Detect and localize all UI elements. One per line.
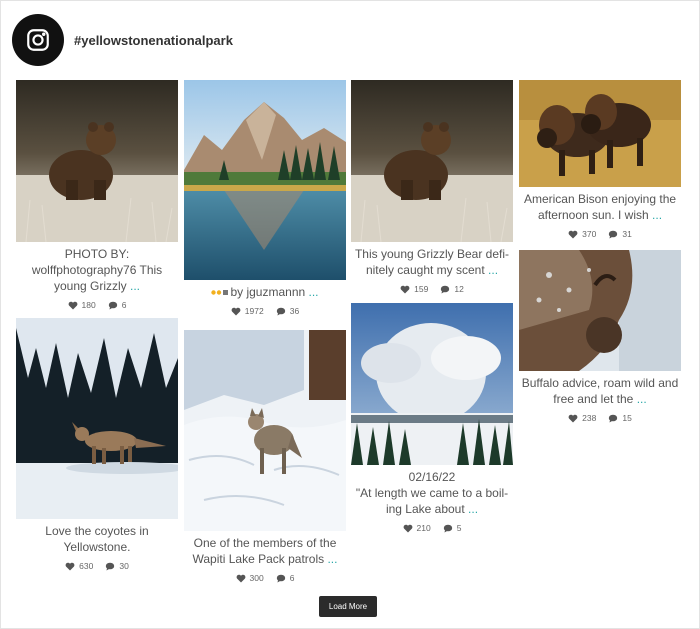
post-stats: 300 6 [184,573,346,583]
sun-emoji-icon [211,290,222,296]
post-caption: This young Grizzly Bear defi­nitely caug… [354,247,510,277]
post-stats: 370 31 [519,229,681,239]
coyote-photo[interactable] [16,318,178,519]
heart-icon [65,562,75,570]
comments-count: 12 [454,284,464,294]
instagram-icon[interactable] [12,14,64,66]
post-caption: One of the members of the Wapiti Lake Pa… [192,536,337,566]
read-more-link[interactable]: ... [637,392,647,406]
comment-icon [276,574,285,582]
geyser-steam-photo[interactable] [351,303,513,465]
heart-icon [568,230,578,238]
post-stats: 630 30 [16,561,178,571]
heart-icon [400,285,410,293]
post-caption: Buffalo advice, roam wild and free and l… [521,376,679,406]
feed-post[interactable]: 02/16/22 "At length we came to a boil­ing… [351,303,513,533]
post-stats: 210 5 [351,523,513,533]
comments-count: 15 [622,413,632,423]
comments-count: 31 [622,229,632,239]
comment-icon [609,230,618,238]
feed-post[interactable]: by jguzmannn ... 1972 36 [184,80,346,316]
feed-post[interactable]: PHOTO BY: wolffphotography76 This young … [16,80,178,310]
likes-count: 630 [79,561,94,571]
frosty-bison-photo[interactable] [519,250,681,371]
post-caption: "At length we came to a boil­ing Lake ab… [355,486,509,516]
grizzly-bear-photo[interactable] [351,80,513,242]
feed-post[interactable]: Love the coyotes in Yellowstone. 630 30 [16,318,178,571]
likes-count: 210 [416,523,431,533]
camera-emoji-icon [223,290,229,296]
likes-count: 180 [81,300,96,310]
wolf-photo[interactable] [184,330,346,531]
likes-count: 1972 [244,306,264,316]
comments-count: 30 [119,561,129,571]
read-more-link[interactable]: ... [468,502,478,516]
comments-count: 6 [121,300,127,310]
comment-icon [106,562,115,570]
load-more-button[interactable]: Load More [319,596,377,617]
likes-count: 238 [582,413,597,423]
heart-icon [568,414,578,422]
heart-icon [231,307,241,315]
post-caption: Love the coyotes in Yellowstone. [45,524,149,554]
read-more-link[interactable]: ... [130,279,140,293]
likes-count: 370 [582,229,597,239]
feed-post[interactable]: Buffalo advice, roam wild and free and l… [519,250,681,423]
likes-count: 300 [249,573,264,583]
comment-icon [276,307,285,315]
comments-count: 5 [456,523,462,533]
comment-icon [443,524,452,532]
post-stats: 1972 36 [184,306,346,316]
comment-icon [609,414,618,422]
heart-icon [403,524,412,532]
read-more-link[interactable]: ... [488,263,498,277]
feed-post[interactable]: One of the members of the Wapiti Lake Pa… [184,330,346,583]
post-stats: 238 15 [519,413,681,423]
comments-count: 36 [289,306,300,316]
post-caption: PHOTO BY: wolffphotography76 This young … [31,247,163,293]
comments-count: 6 [289,573,295,583]
mountain-lake-photo[interactable] [184,80,346,280]
bison-photo[interactable] [519,80,681,187]
likes-count: 159 [414,284,429,294]
post-caption: by jguzmannn [230,285,306,299]
read-more-link[interactable]: ... [327,552,337,566]
heart-icon [68,301,77,309]
comment-icon [108,301,117,309]
post-stats: 180 6 [16,300,178,310]
feed-post[interactable]: This young Grizzly Bear defi­nitely caug… [351,80,513,294]
heart-icon [236,574,245,582]
feed-header: #yellowstonenationalpark [12,14,233,66]
post-stats: 159 12 [351,284,513,294]
hashtag-title[interactable]: #yellowstonenationalpark [74,33,233,48]
feed-post[interactable]: American Bison enjoying the afternoon su… [519,80,681,239]
read-more-link[interactable]: ... [309,285,319,299]
post-date: 02/16/22 [408,470,456,484]
read-more-link[interactable]: ... [652,208,662,222]
grizzly-bear-photo[interactable] [16,80,178,242]
comment-icon [441,285,450,293]
